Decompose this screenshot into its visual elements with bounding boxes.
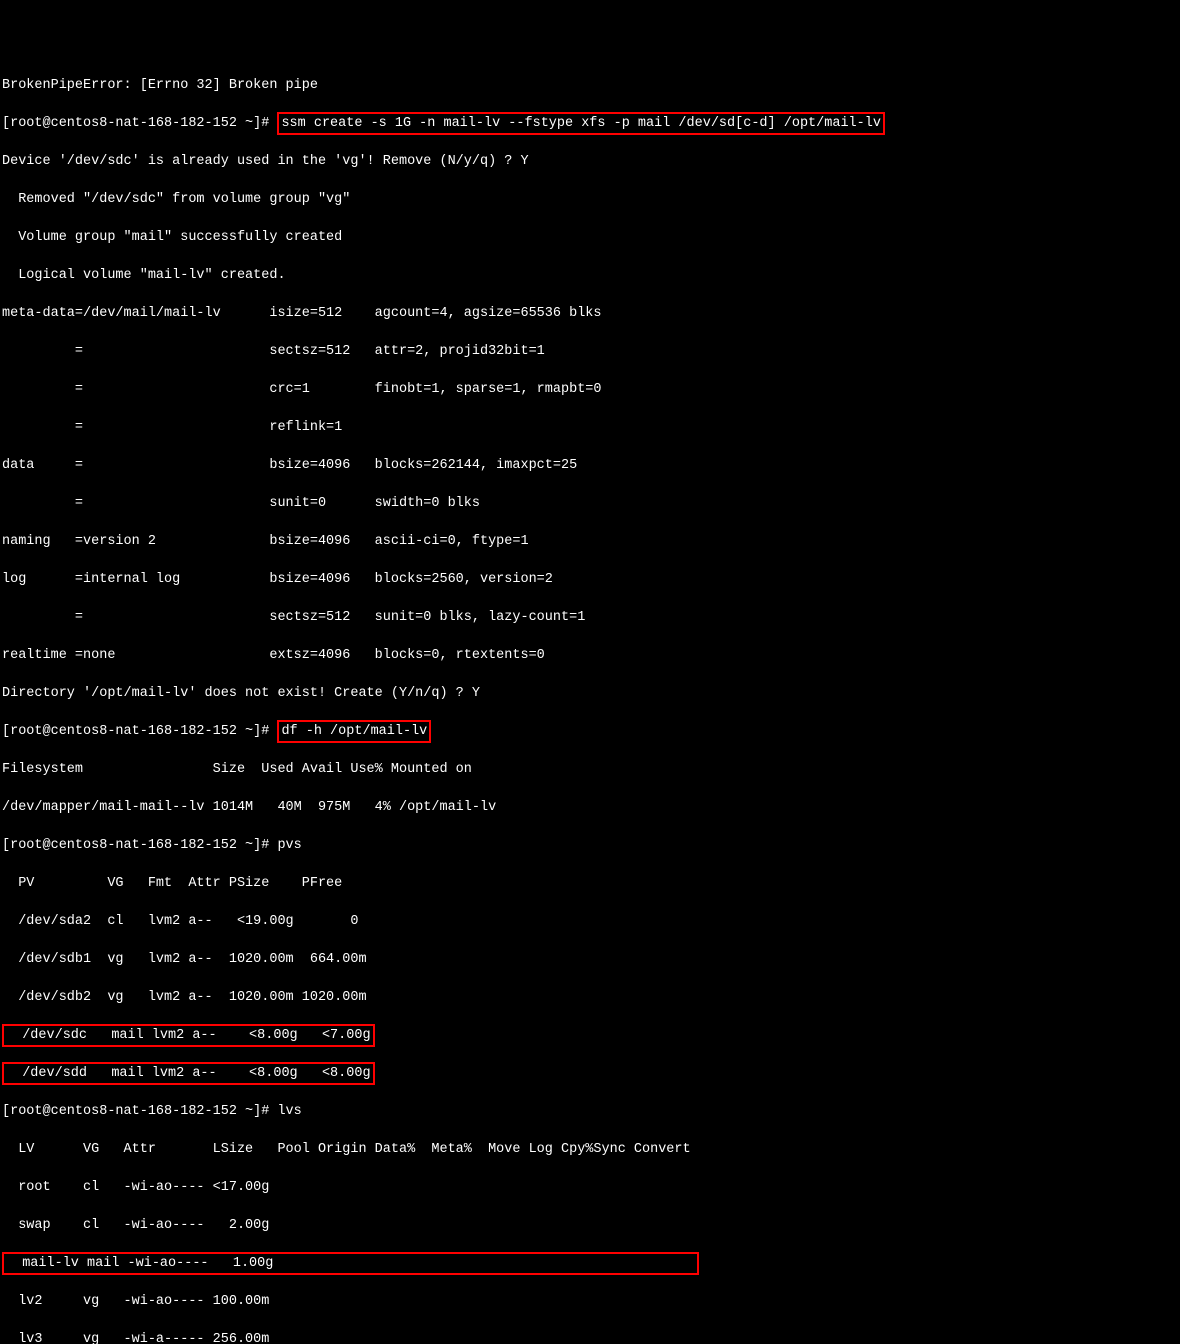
terminal-line: /dev/sdb1 vg lvm2 a-- 1020.00m 664.00m: [2, 950, 1178, 969]
shell-prompt: [root@centos8-nat-168-182-152 ~]#: [2, 116, 277, 131]
highlighted-command-df: df -h /opt/mail-lv: [277, 720, 431, 743]
terminal-line: Device '/dev/sdc' is already used in the…: [2, 152, 1178, 171]
terminal-line: mail-lv mail -wi-ao---- 1.00g: [2, 1254, 1178, 1273]
terminal-line: root cl -wi-ao---- <17.00g: [2, 1178, 1178, 1197]
terminal-line: Volume group "mail" successfully created: [2, 228, 1178, 247]
terminal-line: Filesystem Size Used Avail Use% Mounted …: [2, 760, 1178, 779]
terminal-line: Removed "/dev/sdc" from volume group "vg…: [2, 190, 1178, 209]
highlighted-pvs-row: /dev/sdd mail lvm2 a-- <8.00g <8.00g: [2, 1062, 375, 1085]
terminal-line: lv2 vg -wi-ao---- 100.00m: [2, 1292, 1178, 1311]
terminal-line: /dev/sdd mail lvm2 a-- <8.00g <8.00g: [2, 1064, 1178, 1083]
terminal-line: [root@centos8-nat-168-182-152 ~]# pvs: [2, 836, 1178, 855]
terminal-line: = crc=1 finobt=1, sparse=1, rmapbt=0: [2, 380, 1178, 399]
terminal-line: meta-data=/dev/mail/mail-lv isize=512 ag…: [2, 304, 1178, 323]
terminal-line: log =internal log bsize=4096 blocks=2560…: [2, 570, 1178, 589]
terminal-line: /dev/sdc mail lvm2 a-- <8.00g <7.00g: [2, 1026, 1178, 1045]
terminal-line: /dev/sdb2 vg lvm2 a-- 1020.00m 1020.00m: [2, 988, 1178, 1007]
terminal-line: /dev/sda2 cl lvm2 a-- <19.00g 0: [2, 912, 1178, 931]
terminal-line: [root@centos8-nat-168-182-152 ~]# ssm cr…: [2, 114, 1178, 133]
terminal-line: realtime =none extsz=4096 blocks=0, rtex…: [2, 646, 1178, 665]
highlighted-lvs-row: mail-lv mail -wi-ao---- 1.00g: [2, 1252, 699, 1275]
terminal-line: = sectsz=512 attr=2, projid32bit=1: [2, 342, 1178, 361]
highlighted-command-ssm: ssm create -s 1G -n mail-lv --fstype xfs…: [277, 112, 885, 135]
terminal-line: [root@centos8-nat-168-182-152 ~]# lvs: [2, 1102, 1178, 1121]
terminal-line: Logical volume "mail-lv" created.: [2, 266, 1178, 285]
terminal-line: = sunit=0 swidth=0 blks: [2, 494, 1178, 513]
terminal-line: lv3 vg -wi-a----- 256.00m: [2, 1330, 1178, 1344]
terminal-line: /dev/mapper/mail-mail--lv 1014M 40M 975M…: [2, 798, 1178, 817]
terminal-line: Directory '/opt/mail-lv' does not exist!…: [2, 684, 1178, 703]
terminal-line: = reflink=1: [2, 418, 1178, 437]
shell-prompt: [root@centos8-nat-168-182-152 ~]#: [2, 724, 277, 739]
terminal-line: BrokenPipeError: [Errno 32] Broken pipe: [2, 76, 1178, 95]
terminal-line: swap cl -wi-ao---- 2.00g: [2, 1216, 1178, 1235]
terminal-line: [root@centos8-nat-168-182-152 ~]# df -h …: [2, 722, 1178, 741]
terminal-line: = sectsz=512 sunit=0 blks, lazy-count=1: [2, 608, 1178, 627]
terminal-line: naming =version 2 bsize=4096 ascii-ci=0,…: [2, 532, 1178, 551]
terminal-line: data = bsize=4096 blocks=262144, imaxpct…: [2, 456, 1178, 475]
terminal-line: LV VG Attr LSize Pool Origin Data% Meta%…: [2, 1140, 1178, 1159]
highlighted-pvs-row: /dev/sdc mail lvm2 a-- <8.00g <7.00g: [2, 1024, 375, 1047]
terminal-line: PV VG Fmt Attr PSize PFree: [2, 874, 1178, 893]
